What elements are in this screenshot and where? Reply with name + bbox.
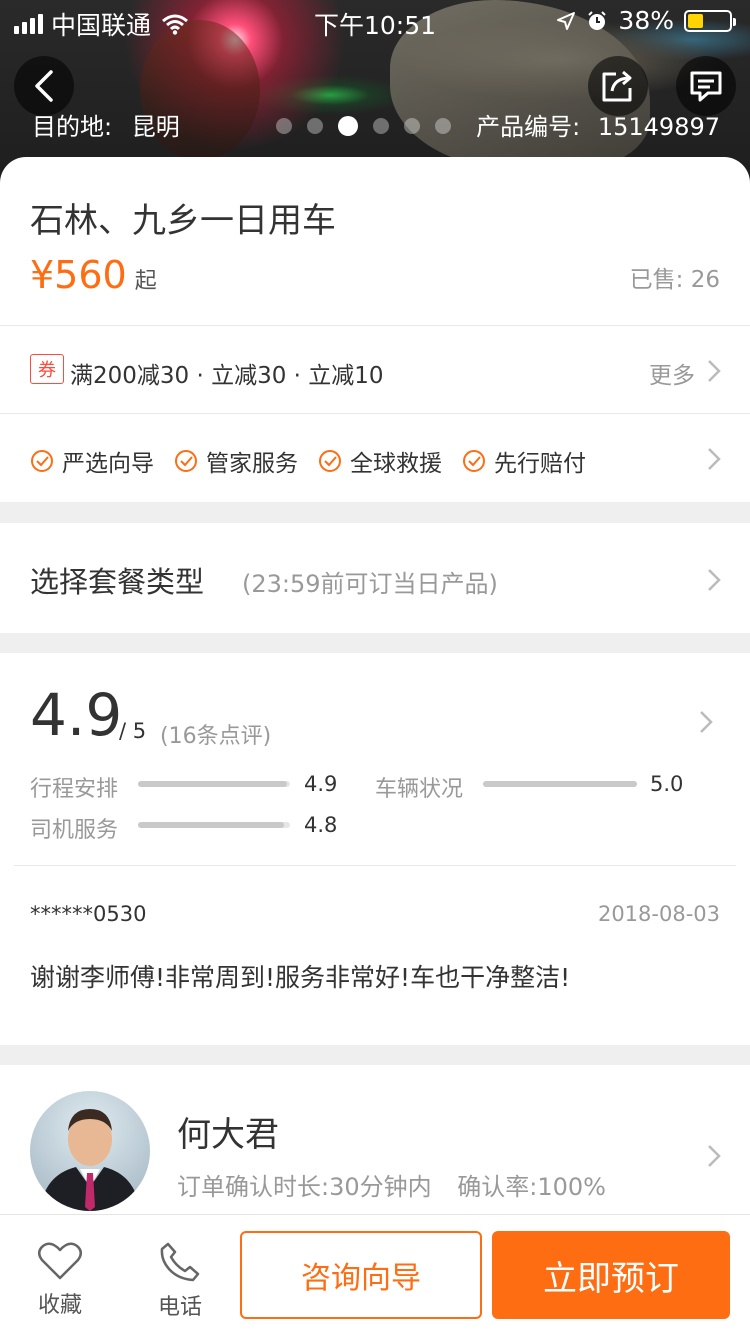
check-circle-icon	[31, 450, 53, 472]
product-number: 产品编号: 15149897	[476, 107, 720, 142]
review-text: 谢谢李师傅!非常周到!服务非常好!车也干净整洁!	[30, 963, 571, 992]
product-title: 石林、九乡一日用车	[30, 201, 336, 241]
carousel-dot[interactable]	[373, 118, 389, 134]
favorite-button[interactable]: 收藏	[0, 1215, 120, 1334]
coupon-tag: 券	[30, 354, 64, 384]
confirm-rate: 确认率:100%	[457, 1173, 606, 1201]
guarantee-row[interactable]: 严选向导 管家服务 全球救援 先行赔付	[0, 414, 750, 502]
rating-section: 4.9 / 5 (16条点评) 行程安排 4.9 车辆状况 5.0 司机服务 4…	[0, 653, 750, 1045]
metric-bar-fill	[483, 781, 637, 787]
metric-bar-fill	[138, 781, 287, 787]
battery-percent: 38%	[618, 6, 674, 35]
package-title: 选择套餐类型	[30, 565, 205, 599]
review-user: ******0530	[30, 902, 147, 926]
chevron-right-icon	[700, 711, 713, 733]
metric-bar	[138, 822, 290, 828]
carousel-indicator	[276, 116, 451, 136]
metric-value: 4.8	[304, 813, 338, 837]
phone-button[interactable]: 电话	[120, 1215, 240, 1334]
avatar	[30, 1091, 150, 1211]
product-number-label: 产品编号:	[476, 113, 581, 141]
price-suffix: 起	[134, 269, 157, 294]
package-selector[interactable]: 选择套餐类型 (23:59前可订当日产品)	[0, 523, 750, 633]
favorite-label: 收藏	[37, 1293, 82, 1318]
guarantee-label: 先行赔付	[494, 451, 586, 477]
destination-value: 昆明	[131, 113, 180, 141]
guarantee-label: 全球救援	[350, 451, 442, 477]
product-info-card: 石林、九乡一日用车 ¥560 起 已售: 26 券 满200减30 · 立减30…	[0, 157, 750, 502]
review-item[interactable]: ******0530 2018-08-03 谢谢李师傅!非常周到!服务非常好!车…	[0, 866, 750, 1045]
confirm-time: 订单确认时长:30分钟内	[177, 1173, 432, 1201]
review-date: 2018-08-03	[597, 902, 720, 926]
destination: 目的地: 昆明	[32, 107, 180, 142]
metric-label: 司机服务	[30, 818, 119, 843]
guarantee-item: 全球救援	[318, 444, 442, 478]
location-icon	[557, 11, 576, 30]
rating-summary[interactable]: 4.9 / 5 (16条点评) 行程安排 4.9 车辆状况 5.0 司机服务 4…	[0, 653, 750, 863]
status-bar: 中国联通 下午10:51 38%	[0, 0, 750, 40]
chevron-right-icon	[708, 569, 721, 591]
metric-bar	[483, 781, 637, 787]
guide-photo	[40, 1109, 140, 1211]
alarm-icon	[588, 10, 607, 30]
metric-label: 车辆状况	[375, 777, 464, 802]
guarantee-label: 管家服务	[206, 451, 298, 477]
review-count: (16条点评)	[160, 724, 272, 749]
guarantee-item: 先行赔付	[462, 444, 586, 478]
product-number-value: 15149897	[597, 113, 720, 141]
phone-label: 电话	[157, 1295, 202, 1320]
bottom-action-bar: 收藏 电话 咨询向导 立即预订	[0, 1214, 750, 1334]
battery-icon	[684, 9, 736, 32]
chevron-right-icon	[708, 1145, 721, 1167]
heart-icon	[38, 1242, 82, 1280]
guide-confirm-time: 订单确认时长:30分钟内 确认率:100%	[177, 1167, 606, 1202]
metric-bar-fill	[138, 822, 284, 828]
chevron-right-icon	[708, 448, 721, 470]
coupon-more: 更多	[649, 363, 695, 389]
metric-bar	[138, 781, 290, 787]
rating-out-of: / 5	[119, 719, 147, 743]
book-now-button[interactable]: 立即预订	[492, 1231, 730, 1319]
check-circle-icon	[175, 450, 197, 472]
coupon-row[interactable]: 券 满200减30 · 立减30 · 立减10 更多	[0, 326, 750, 413]
guarantee-item: 管家服务	[174, 444, 298, 478]
sold-count: 已售: 26	[629, 267, 720, 293]
price-value: ¥560	[30, 253, 127, 297]
consult-guide-button[interactable]: 咨询向导	[240, 1231, 482, 1319]
destination-label: 目的地:	[32, 113, 113, 141]
metric-value: 4.9	[304, 772, 338, 796]
message-icon	[690, 71, 722, 102]
phone-icon	[160, 1242, 200, 1282]
check-circle-icon	[319, 450, 341, 472]
back-icon	[35, 70, 53, 102]
check-circle-icon	[463, 450, 485, 472]
carousel-dot[interactable]	[435, 118, 451, 134]
package-subtitle: (23:59前可订当日产品)	[242, 570, 498, 598]
battery-level	[688, 13, 704, 28]
carousel-dot[interactable]	[276, 118, 292, 134]
coupon-text: 满200减30 · 立减30 · 立减10	[70, 363, 384, 389]
guarantee-item: 严选向导	[30, 444, 154, 478]
carousel-dot[interactable]	[307, 118, 323, 134]
carousel-dot[interactable]	[404, 118, 420, 134]
guide-card[interactable]: 何大君 订单确认时长:30分钟内 确认率:100%	[0, 1065, 750, 1215]
metric-value: 5.0	[650, 772, 684, 796]
rating-score: 4.9	[30, 681, 123, 749]
share-icon	[602, 70, 632, 102]
carousel-dot[interactable]	[338, 116, 358, 136]
metric-label: 行程安排	[30, 777, 119, 802]
chevron-right-icon	[708, 360, 721, 382]
guide-name: 何大君	[177, 1115, 279, 1155]
price: ¥560 起	[30, 253, 157, 297]
guarantee-label: 严选向导	[62, 451, 154, 477]
